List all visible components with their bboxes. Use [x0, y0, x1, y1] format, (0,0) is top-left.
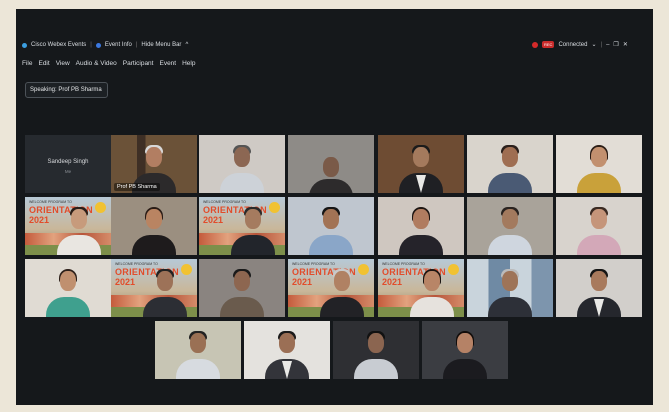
banner-caption: WELCOME PROGRAM TO — [29, 200, 72, 204]
banner-year: 2021 — [29, 215, 50, 225]
banner-year: 2021 — [382, 277, 403, 287]
video-tile-sandeep[interactable]: Sandeep Singh Me — [25, 135, 111, 193]
webex-logo-icon — [22, 42, 27, 48]
banner-year: 2021 — [292, 277, 313, 287]
menu-bar: File Edit View Audio & Video Participant… — [22, 60, 201, 67]
separator: | — [600, 41, 603, 48]
video-tile[interactable] — [467, 135, 553, 193]
speaking-indicator: Speaking: Prof PB Sharma — [25, 82, 108, 98]
menu-file[interactable]: File — [22, 60, 32, 67]
university-logo — [95, 202, 106, 213]
video-tile-orientation[interactable]: WELCOME PROGRAM TO ORIENTATION 2021 — [199, 197, 285, 255]
recording-badge: REC — [542, 41, 555, 48]
video-tile[interactable] — [556, 197, 642, 255]
video-tile[interactable] — [422, 321, 508, 379]
banner-caption: WELCOME PROGRAM TO — [292, 262, 335, 266]
video-tile[interactable] — [556, 259, 642, 317]
video-tile-orientation[interactable]: WELCOME PROGRAM TO ORIENTATION 2021 — [111, 259, 197, 317]
close-icon[interactable]: ✕ — [623, 41, 628, 48]
chevron-down-icon[interactable]: ⌄ — [591, 41, 596, 48]
video-tile[interactable] — [378, 135, 464, 193]
participant-name: Prof PB Sharma — [114, 183, 160, 191]
video-tile-orientation[interactable]: WELCOME PROGRAM TO ORIENTATION 2021 — [378, 259, 464, 317]
video-tile[interactable] — [467, 197, 553, 255]
title-bar: Cisco Webex Events | Event Info | Hide M… — [16, 39, 653, 53]
menu-audio-video[interactable]: Audio & Video — [76, 60, 117, 67]
menu-view[interactable]: View — [56, 60, 70, 67]
menu-help[interactable]: Help — [182, 60, 195, 67]
video-tile-orientation[interactable]: WELCOME PROGRAM TO ORIENTATION 2021 — [288, 259, 374, 317]
video-tile-active-speaker[interactable]: Prof PB Sharma — [111, 135, 197, 193]
separator: | — [90, 42, 92, 48]
menu-event[interactable]: Event — [159, 60, 176, 67]
hide-menu-bar-button[interactable]: Hide Menu Bar — [141, 42, 181, 48]
university-logo — [448, 264, 459, 275]
info-icon[interactable] — [95, 42, 101, 48]
app-name: Cisco Webex Events — [31, 42, 87, 48]
video-tile[interactable] — [25, 259, 111, 317]
banner-caption: WELCOME PROGRAM TO — [382, 262, 425, 266]
participant-name: Sandeep Singh — [47, 159, 89, 165]
video-tile[interactable] — [288, 197, 374, 255]
banner-caption: WELCOME PROGRAM TO — [115, 262, 158, 266]
chevron-up-icon[interactable]: ^ — [185, 42, 188, 48]
video-tile[interactable] — [467, 259, 553, 317]
video-tile[interactable] — [244, 321, 330, 379]
university-logo — [358, 264, 369, 275]
video-tile[interactable] — [288, 135, 374, 193]
banner-caption: WELCOME PROGRAM TO — [203, 200, 246, 204]
video-tile-orientation[interactable]: WELCOME PROGRAM TO ORIENTATION 2021 — [25, 197, 111, 255]
university-logo — [181, 264, 192, 275]
video-tile[interactable] — [155, 321, 241, 379]
participant-subtitle: Me — [64, 169, 72, 174]
university-logo — [269, 202, 280, 213]
video-tile[interactable] — [378, 197, 464, 255]
video-tile[interactable] — [111, 197, 197, 255]
webex-window: Cisco Webex Events | Event Info | Hide M… — [16, 9, 653, 405]
video-tile[interactable] — [333, 321, 419, 379]
banner-year: 2021 — [203, 215, 224, 225]
restore-icon[interactable]: ❐ — [613, 41, 618, 48]
video-tile[interactable] — [199, 135, 285, 193]
banner-year: 2021 — [115, 277, 136, 287]
menu-edit[interactable]: Edit — [38, 60, 49, 67]
connection-status[interactable]: Connected — [558, 42, 587, 48]
separator: | — [135, 42, 138, 48]
menu-participant[interactable]: Participant — [123, 60, 154, 67]
video-tile[interactable] — [199, 259, 285, 317]
minimize-icon[interactable]: – — [606, 42, 609, 48]
event-info-button[interactable]: Event Info — [105, 42, 132, 48]
record-icon — [532, 41, 538, 48]
video-tile[interactable] — [556, 135, 642, 193]
